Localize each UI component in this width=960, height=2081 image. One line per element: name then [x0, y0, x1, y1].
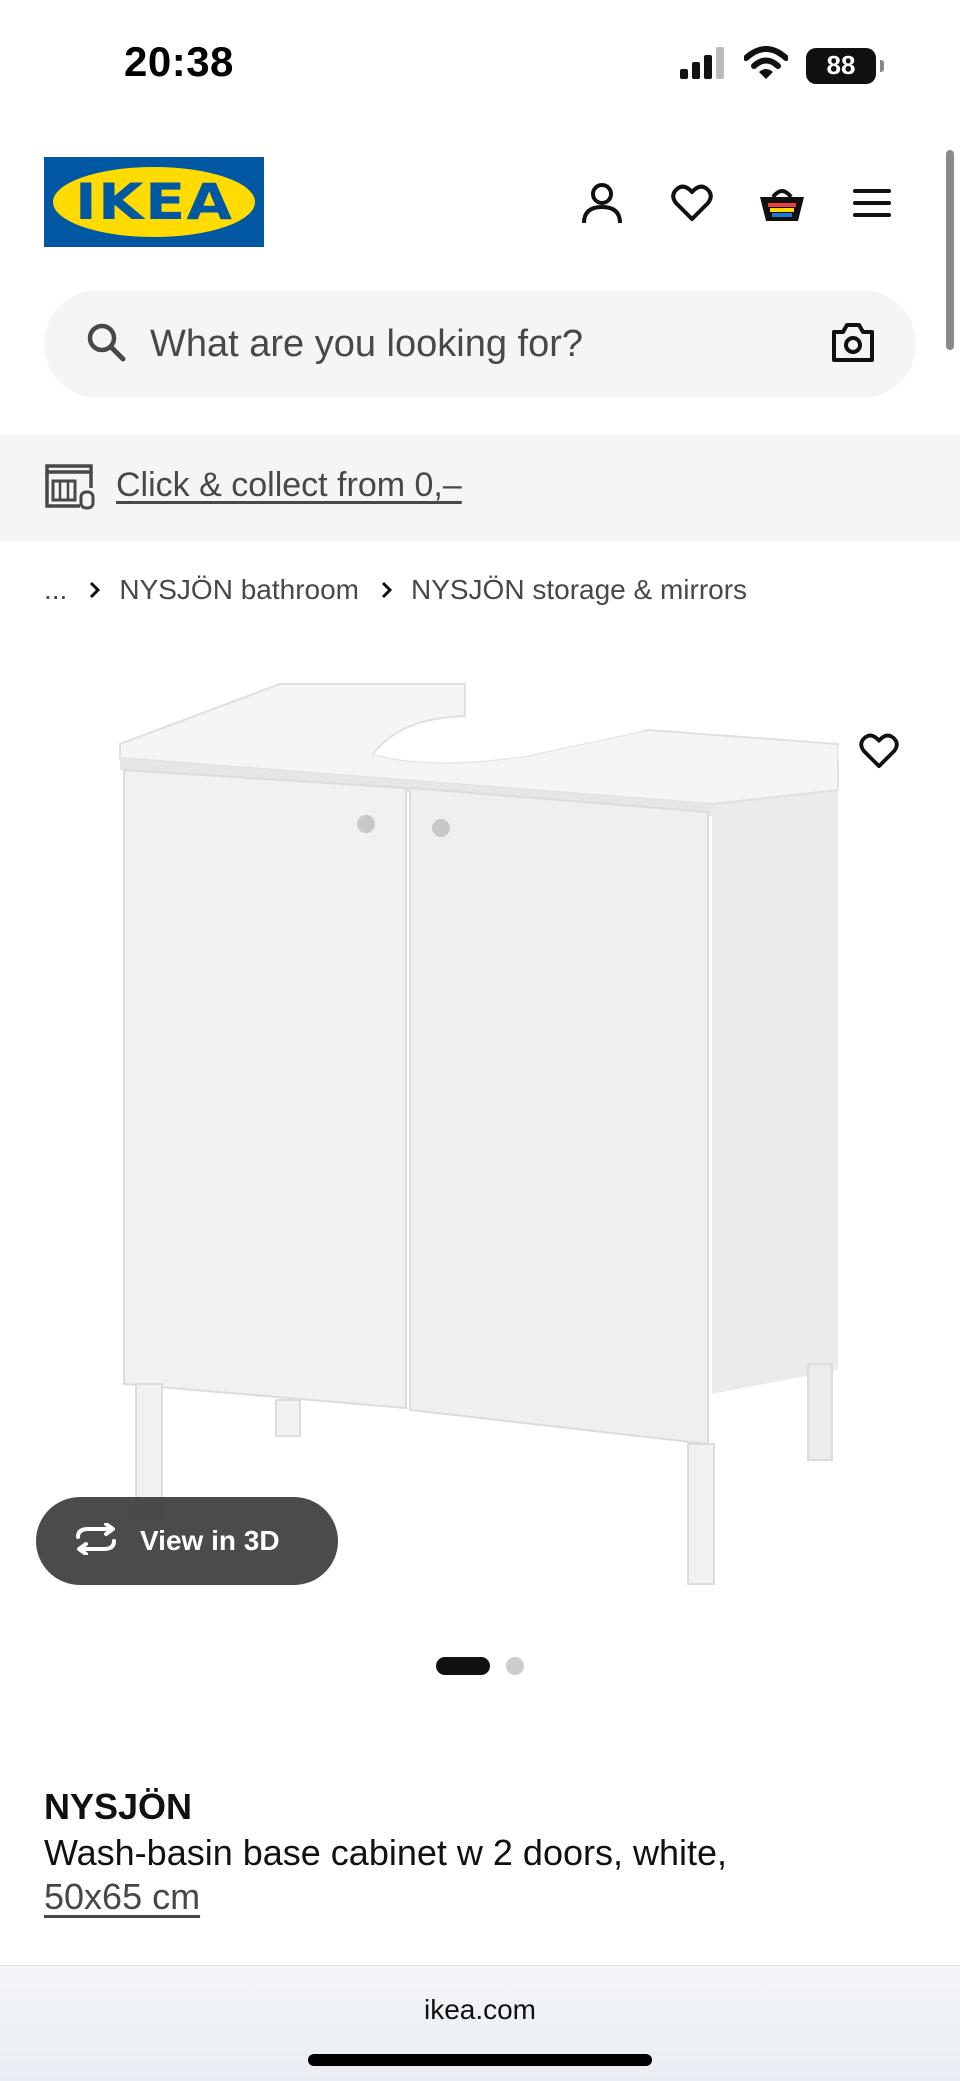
view-in-3d-label: View in 3D [140, 1525, 280, 1556]
cabinet-illustration [119, 683, 839, 1585]
click-collect-link[interactable]: Click & collect from 0,– [116, 466, 462, 505]
heart-icon [859, 733, 899, 774]
url-text[interactable]: ikea.com [0, 1994, 960, 2026]
chevron-right-icon [381, 575, 393, 606]
product-image[interactable] [0, 660, 960, 1640]
camera-search-icon[interactable] [830, 320, 876, 369]
battery-level: 88 [826, 50, 856, 80]
wifi-icon [743, 46, 789, 85]
shopping-bag-icon[interactable] [758, 179, 806, 227]
search-input[interactable] [150, 312, 750, 376]
search-bar[interactable] [44, 290, 916, 398]
carousel-pagination [0, 1657, 960, 1675]
chevron-right-icon [89, 575, 101, 606]
header-actions [578, 179, 896, 227]
heart-icon[interactable] [668, 179, 716, 227]
page: 20:38 88 IKEA What are you looking for? … [0, 0, 960, 2081]
browser-address-bar[interactable]: ikea.com [0, 1965, 960, 2081]
home-indicator [308, 2054, 652, 2066]
cellular-signal-icon [680, 47, 726, 84]
status-bar: 20:38 88 [0, 0, 960, 130]
menu-icon[interactable] [848, 179, 896, 227]
breadcrumb: ... NYSJÖN bathroom NYSJÖN storage & mir… [44, 570, 747, 610]
battery-icon: 88 [806, 47, 884, 84]
breadcrumb-ellipsis[interactable]: ... [44, 574, 67, 606]
ikea-logo[interactable]: IKEA [44, 157, 264, 247]
product-size-link[interactable]: 50x65 cm [44, 1876, 200, 1918]
logo-oval: IKEA [53, 167, 255, 237]
view-in-3d-button[interactable]: View in 3D [36, 1497, 338, 1585]
breadcrumb-item-bathroom[interactable]: NYSJÖN bathroom [119, 574, 359, 606]
breadcrumb-item-storage[interactable]: NYSJÖN storage & mirrors [411, 574, 747, 606]
carousel-dot-active[interactable] [436, 1657, 490, 1675]
rotate-3d-icon [72, 1521, 120, 1560]
status-time: 20:38 [124, 38, 234, 85]
logo-text: IKEA [74, 173, 234, 231]
store-icon [44, 464, 96, 515]
save-to-favourites-button[interactable] [838, 712, 920, 794]
carousel-dot[interactable] [506, 1657, 524, 1675]
product-name: NYSJÖN [44, 1786, 193, 1827]
click-collect-banner: Click & collect from 0,– [0, 434, 960, 542]
status-icons: 88 [680, 46, 884, 85]
search-icon [86, 322, 126, 367]
site-header: IKEA [0, 155, 960, 251]
product-description: Wash-basin base cabinet w 2 doors, white… [44, 1832, 728, 1873]
profile-icon[interactable] [578, 179, 626, 227]
